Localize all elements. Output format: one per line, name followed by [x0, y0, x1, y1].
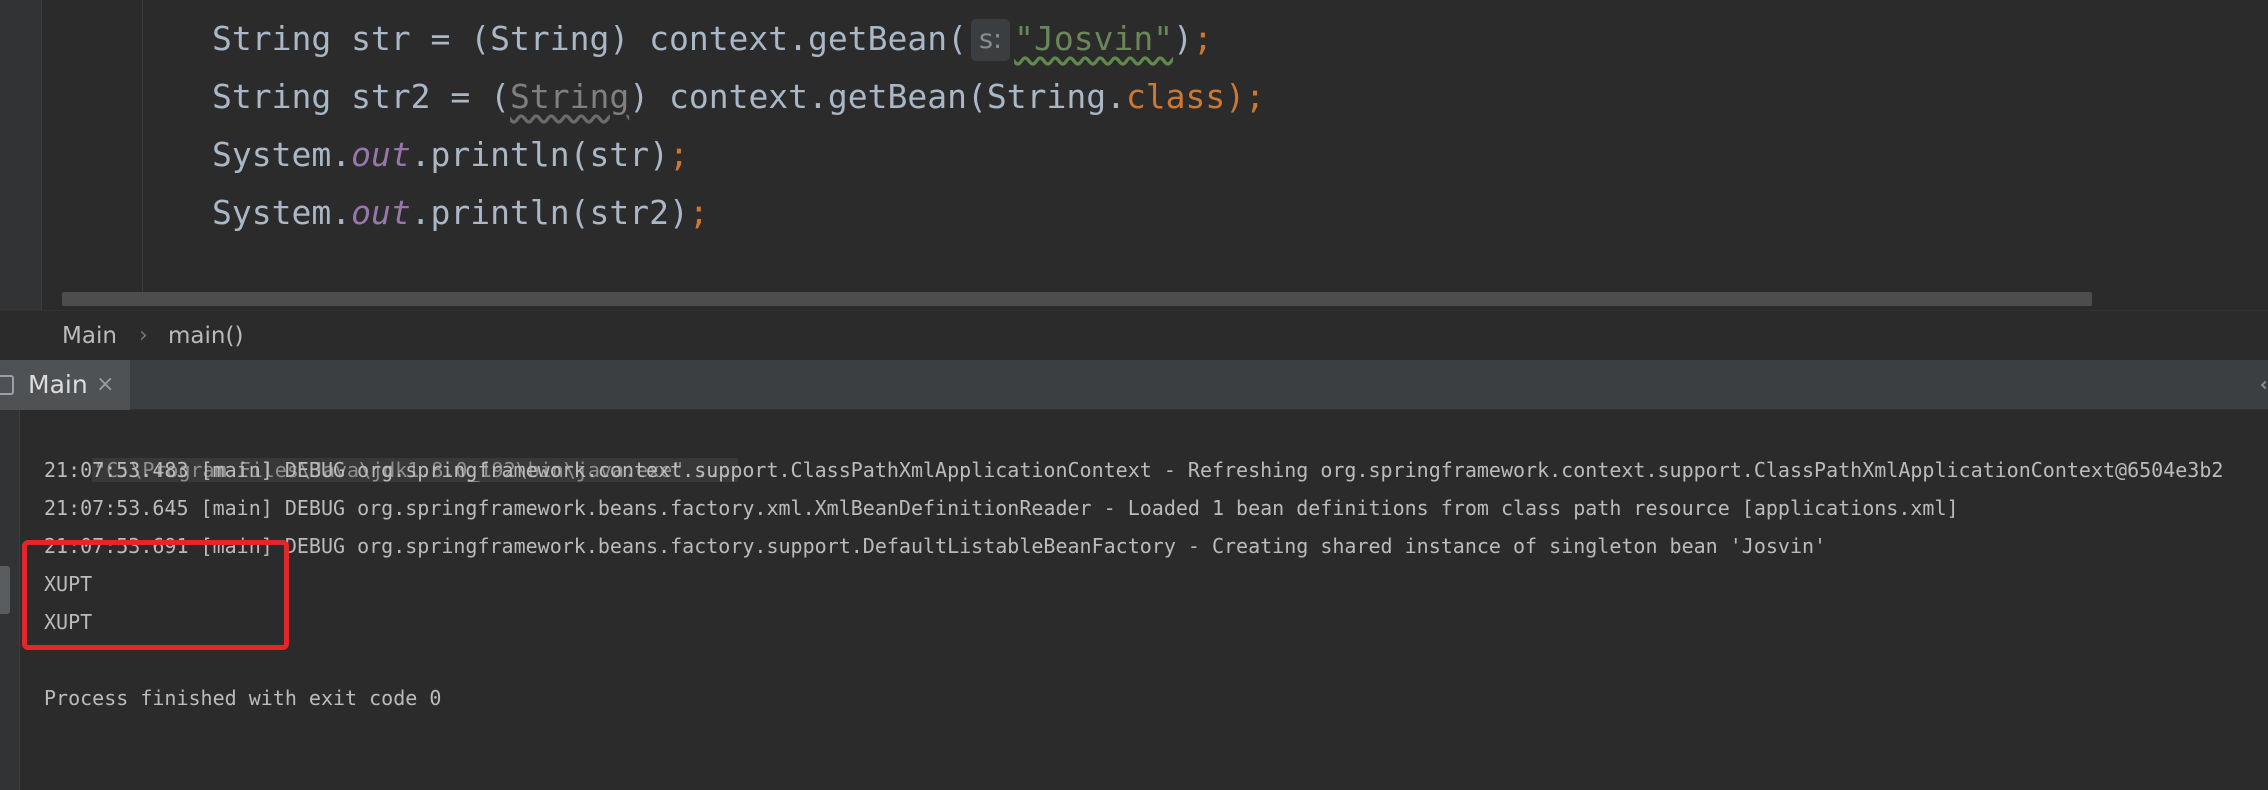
code-token: .println(str) [410, 135, 669, 174]
code-line-3[interactable]: System.out.println(str); [212, 130, 689, 180]
code-token: System. [212, 135, 352, 174]
code-token: class [1125, 77, 1226, 116]
code-line-4[interactable]: System.out.println(str2); [212, 188, 709, 238]
close-icon[interactable]: × [96, 360, 114, 410]
indent-guide [142, 0, 143, 296]
console-line: 21:07:53.483 [main] DEBUG org.springfram… [44, 458, 2224, 482]
run-tab-main[interactable]: Main × [0, 360, 130, 410]
breadcrumb-class[interactable]: Main [62, 311, 117, 361]
editor-gutter [0, 0, 42, 310]
code-token: ; [668, 135, 689, 174]
chevron-icon[interactable] [2260, 380, 2268, 390]
code-token: ); [1225, 77, 1266, 116]
code-token: String [510, 77, 630, 116]
code-token: ; [1192, 19, 1213, 58]
code-token: ; [688, 193, 709, 232]
code-token: String str = (String) context.getBean( [212, 19, 967, 58]
run-console-output[interactable]: "C:\Program Files\Java\jdk1.8.0_192\bin\… [0, 410, 2268, 790]
console-command-line: "C:\Program Files\Java\jdk1.8.0_192\bin\… [44, 413, 739, 482]
code-line-1[interactable]: String str = (String) context.getBean(s:… [212, 14, 1213, 64]
red-highlight-annotation [22, 540, 289, 650]
breadcrumb: Main › main() [0, 310, 2268, 360]
breadcrumb-method[interactable]: main() [168, 311, 243, 361]
console-line: 21:07:53.645 [main] DEBUG org.springfram… [44, 496, 1959, 520]
console-gutter-handle[interactable] [0, 566, 10, 614]
code-line-2[interactable]: String str2 = (String) context.getBean(S… [212, 72, 1265, 122]
breadcrumb-separator-icon: › [139, 323, 148, 348]
code-token: out [351, 135, 411, 174]
editor-horizontal-scrollbar[interactable] [62, 292, 2092, 306]
console-gutter [0, 410, 20, 790]
code-token: ) [1173, 19, 1193, 58]
code-token: "Josvin" [1014, 19, 1174, 58]
run-config-icon [0, 375, 14, 395]
code-token: System. [212, 193, 352, 232]
code-editor[interactable]: String str = (String) context.getBean(s:… [0, 0, 2268, 310]
code-token: out [351, 193, 411, 232]
code-token: String str2 = ( [212, 77, 511, 116]
code-token: ) context.getBean(String. [629, 77, 1126, 116]
console-line: 21:07:53.691 [main] DEBUG org.springfram… [44, 534, 1827, 558]
parameter-hint: s: [970, 19, 1011, 61]
run-tab-label: Main [28, 370, 88, 399]
console-exit-message: Process finished with exit code 0 [44, 686, 442, 710]
run-tool-window-tabbar: Main × [0, 360, 2268, 410]
code-token: .println(str2) [410, 193, 689, 232]
